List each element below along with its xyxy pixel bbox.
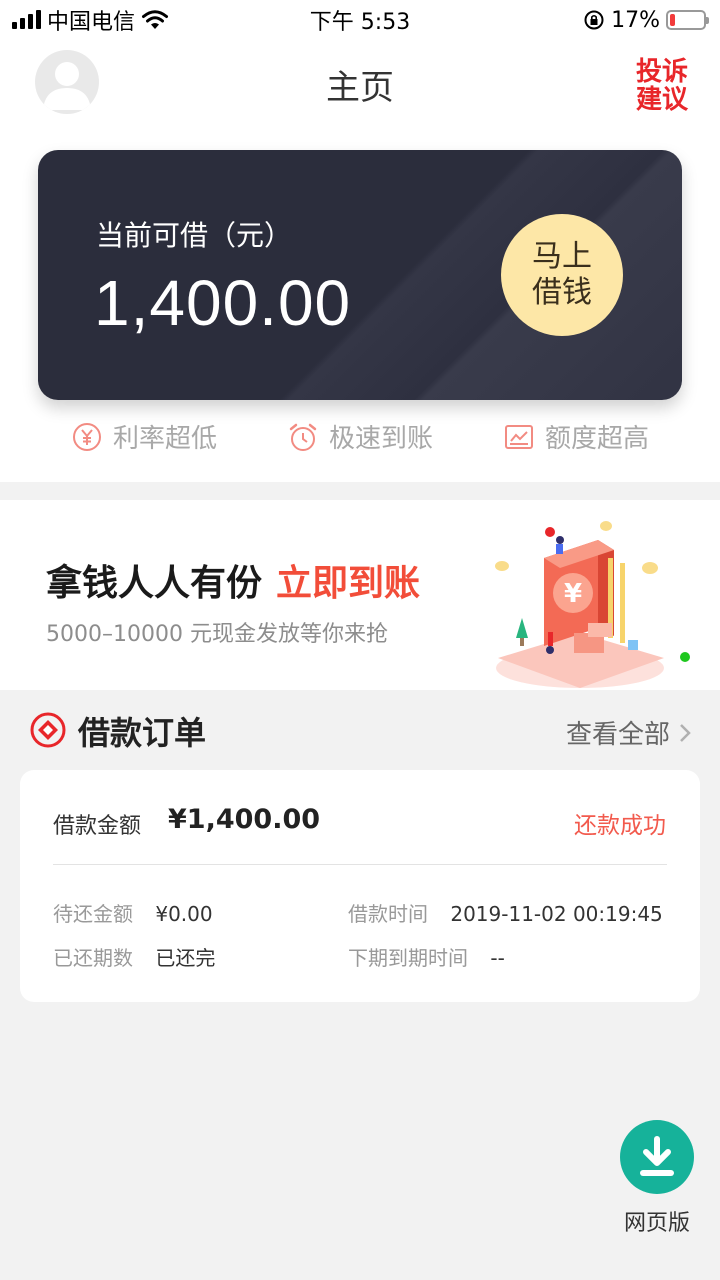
web-version-button[interactable]: [620, 1120, 694, 1194]
paid-periods-label: 已还期数: [53, 946, 133, 970]
loan-amount-label: 借款金额: [53, 814, 142, 839]
available-amount-label: 当前可借（元）: [96, 219, 293, 252]
loan-time-label: 借款时间: [348, 902, 428, 926]
feature-label: 额度超高: [544, 424, 649, 454]
loan-time-value: 2019-11-02 00:19:45: [450, 902, 663, 926]
available-amount: 1,400.00: [94, 267, 352, 339]
orders-title: 借款订单: [78, 714, 207, 752]
banner-subtitle: 5000–10000 元现金发放等你来抢: [46, 622, 388, 647]
order-diamond-icon: [30, 712, 66, 748]
banner-illustration: ¥: [495, 521, 664, 688]
carrier-name: 中国电信: [47, 10, 136, 35]
status-badge: 还款成功: [574, 813, 666, 839]
feature-label: 利率超低: [112, 424, 217, 454]
borrow-now-button[interactable]: 马上借钱: [501, 214, 623, 336]
feature-high-limit: 额度超高: [503, 418, 649, 455]
signal-icon: [12, 10, 41, 29]
svg-text:¥: ¥: [564, 579, 582, 609]
battery-percent: 17%: [611, 7, 660, 33]
feature-low-rate: 利率超低: [71, 418, 217, 455]
paid-periods-row: 已还期数 已还完: [53, 942, 215, 971]
feature-fast: 极速到账: [287, 418, 433, 455]
loan-card: 当前可借（元） 1,400.00 马上借钱: [38, 150, 682, 400]
promo-banner[interactable]: 拿钱人人有份 立即到账 5000–10000 元现金发放等你来抢 ¥: [0, 500, 720, 690]
alarm-clock-icon: [289, 423, 317, 451]
top-section: 当前可借（元） 1,400.00 马上借钱 利率超低 极速到账 额度超高: [0, 128, 720, 482]
paid-periods-value: 已还完: [155, 946, 216, 970]
status-left: 中国电信: [12, 4, 169, 36]
next-due-row: 下期到期时间 --: [348, 942, 505, 971]
banner-headline: 拿钱人人有份 立即到账: [46, 554, 420, 606]
next-due-value: --: [490, 946, 505, 970]
banner-headline-text: 拿钱人人有份: [46, 563, 263, 604]
pending-amount-value: ¥0.00: [155, 902, 213, 926]
page-title: 主页: [326, 68, 394, 108]
web-version-label: 网页版: [623, 1211, 690, 1236]
status-bar: 中国电信 下午 5:53 17%: [0, 0, 720, 40]
divider: [53, 864, 667, 865]
wifi-icon: [142, 10, 169, 29]
chevron-right-icon: [680, 723, 691, 742]
complaint-button[interactable]: 投诉建议: [634, 58, 690, 114]
loan-amount: ¥1,400.00: [168, 804, 321, 835]
next-due-label: 下期到期时间: [348, 946, 468, 970]
banner-highlight: 立即到账: [276, 563, 421, 604]
pending-amount-label: 待还金额: [53, 902, 133, 926]
order-card[interactable]: 借款金额 ¥1,400.00 还款成功 待还金额 ¥0.00 借款时间 2019…: [20, 770, 700, 1002]
view-all-label: 查看全部: [565, 720, 670, 750]
app-header: 主页 投诉建议: [0, 40, 720, 128]
borrow-now-label: 马上借钱: [532, 239, 592, 310]
orders-header: 借款订单 查看全部: [0, 700, 720, 760]
loan-time-row: 借款时间 2019-11-02 00:19:45: [348, 898, 663, 927]
view-all-link[interactable]: 查看全部: [566, 714, 692, 751]
rotation-lock-icon: [584, 10, 604, 30]
chart-icon: [504, 424, 533, 449]
feature-label: 极速到账: [328, 424, 433, 454]
carousel-indicator: [680, 652, 690, 662]
download-icon: [640, 1136, 674, 1176]
status-right: 17%: [583, 7, 709, 33]
feature-list: 利率超低 极速到账 额度超高: [0, 418, 720, 455]
pending-amount-row: 待还金额 ¥0.00: [53, 898, 213, 927]
yen-circle-icon: [72, 422, 101, 451]
battery-icon: [666, 10, 709, 30]
